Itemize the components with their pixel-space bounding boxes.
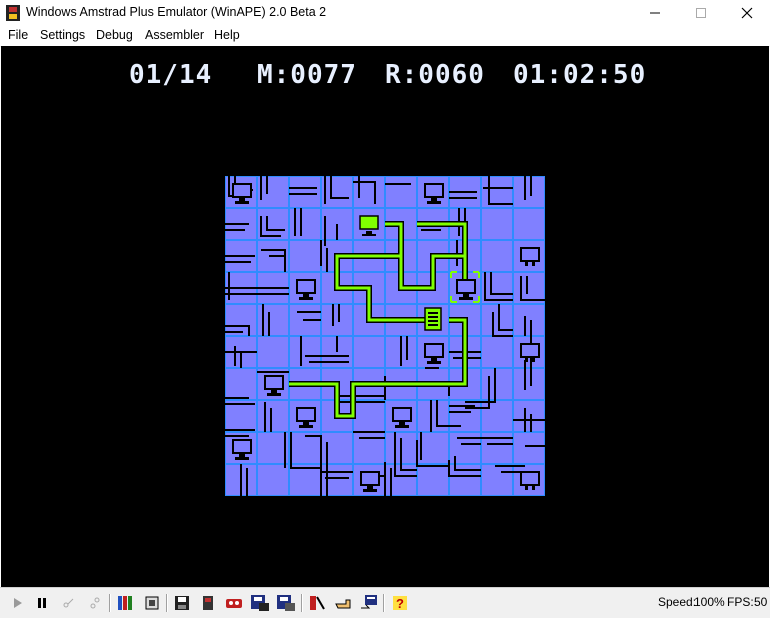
maximize-button[interactable] <box>678 0 724 26</box>
tape-icon <box>118 596 132 610</box>
help-icon: ? <box>393 596 407 611</box>
disc-icon <box>203 596 213 610</box>
snapshot-save-button[interactable] <box>275 592 297 614</box>
toolbar-separator <box>383 594 385 612</box>
step-over-button[interactable] <box>84 592 106 614</box>
menu-assembler[interactable]: Assembler <box>145 28 204 42</box>
toolbar-separator <box>301 594 303 612</box>
assembler-button[interactable] <box>358 592 380 614</box>
server-icon[interactable] <box>424 307 442 331</box>
assembler-icon <box>361 595 377 609</box>
maximize-icon <box>696 8 706 18</box>
play-icon <box>14 598 22 608</box>
level-counter: 01/14 <box>129 60 213 90</box>
minimize-button[interactable] <box>632 0 678 26</box>
hand-icon <box>335 599 351 609</box>
snapshot-save-icon <box>277 595 295 611</box>
drive-a-button[interactable] <box>197 592 219 614</box>
save-button[interactable] <box>171 592 193 614</box>
toolbar-separator <box>166 594 168 612</box>
breakpoint-button[interactable] <box>332 592 354 614</box>
svg-text:?: ? <box>396 596 404 611</box>
toolbar: ? Speed: 100% FPS: 50 <box>0 587 770 618</box>
close-icon <box>741 7 753 19</box>
game-board[interactable] <box>225 176 545 496</box>
window-title: Windows Amstrad Plus Emulator (WinAPE) 2… <box>26 5 327 19</box>
emulator-screen[interactable]: 01/14 M:0077 R:0060 01:02:50 <box>1 46 769 587</box>
debugger-icon <box>310 596 325 610</box>
help-button[interactable]: ? <box>389 592 411 614</box>
title-bar: Windows Amstrad Plus Emulator (WinAPE) 2… <box>0 0 770 26</box>
step-over-icon <box>90 597 100 609</box>
pause-button[interactable] <box>31 592 53 614</box>
speed-value: 100% <box>694 595 725 609</box>
disc-drive-icon <box>226 599 242 608</box>
menu-settings[interactable]: Settings <box>40 28 85 42</box>
chip-icon <box>145 596 159 610</box>
menu-file[interactable]: File <box>8 28 28 42</box>
speed-label: Speed: <box>658 595 697 609</box>
snapshot-load-icon <box>251 595 269 611</box>
fps-label: FPS: <box>727 595 754 609</box>
step-icon <box>63 598 74 608</box>
drive-b-button[interactable] <box>223 592 245 614</box>
debugger-button[interactable] <box>306 592 328 614</box>
pause-icon <box>38 598 46 608</box>
roms-button[interactable] <box>141 592 163 614</box>
menu-bar: File Settings Debug Assembler Help <box>0 26 770 47</box>
moves-counter: M:0077 <box>257 60 357 90</box>
tape-button[interactable] <box>115 592 137 614</box>
close-button[interactable] <box>724 0 770 26</box>
menu-help[interactable]: Help <box>214 28 240 42</box>
rotations-counter: R:0060 <box>385 60 485 90</box>
menu-debug[interactable]: Debug <box>96 28 133 42</box>
snapshot-load-button[interactable] <box>249 592 271 614</box>
play-button[interactable] <box>6 592 28 614</box>
step-button[interactable] <box>58 592 80 614</box>
fps-value: 50 <box>754 595 768 609</box>
toolbar-separator <box>109 594 111 612</box>
minimize-icon <box>650 12 660 14</box>
timer: 01:02:50 <box>513 60 647 90</box>
app-icon <box>6 5 20 21</box>
floppy-icon <box>175 596 189 610</box>
